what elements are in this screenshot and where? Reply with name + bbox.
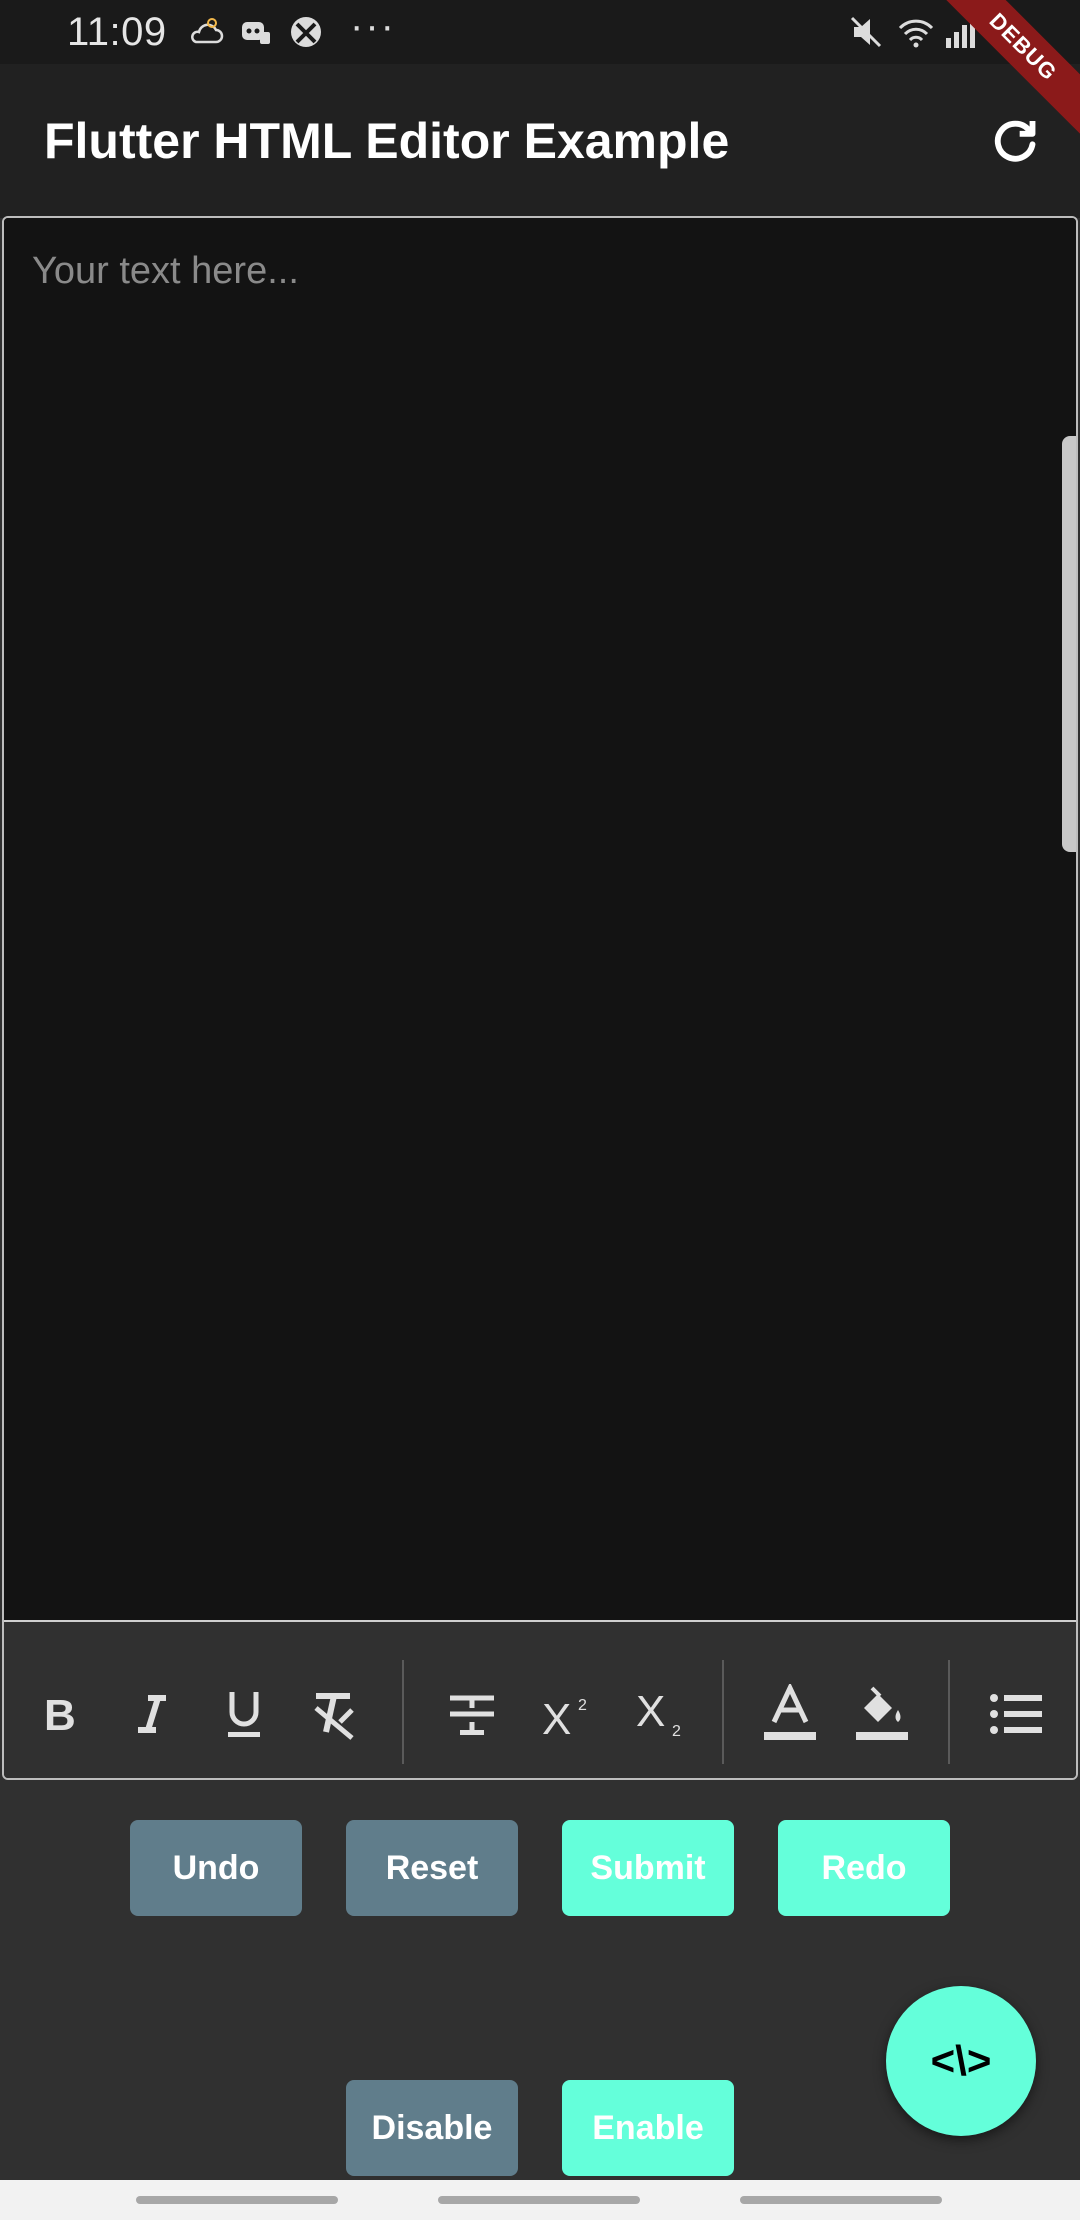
editor-placeholder: Your text here... <box>32 250 299 292</box>
clear-format-icon[interactable] <box>300 1680 368 1748</box>
svg-text:2: 2 <box>578 1697 587 1714</box>
editor-scrollbar[interactable] <box>1062 436 1076 852</box>
system-nav-bar <box>0 2180 1080 2220</box>
refresh-icon[interactable] <box>987 114 1043 170</box>
app-bar: Flutter HTML Editor Example <box>0 64 1080 218</box>
svg-text:X: X <box>636 1688 665 1736</box>
nav-home-button[interactable] <box>438 2196 640 2204</box>
status-bar: 11:09 ··· <box>0 0 1080 64</box>
text-color-icon[interactable] <box>756 1680 824 1748</box>
nav-recents-button[interactable] <box>136 2196 338 2204</box>
svg-text:B: B <box>44 1691 76 1738</box>
reset-button[interactable]: Reset <box>346 1820 518 1916</box>
toolbar-divider <box>402 1660 404 1764</box>
wifi-icon <box>898 19 934 48</box>
disable-button[interactable]: Disable <box>346 2080 518 2176</box>
more-dots-icon: ··· <box>350 4 396 48</box>
nav-back-button[interactable] <box>740 2196 942 2204</box>
redo-button[interactable]: Redo <box>778 1820 950 1916</box>
editor-toolbar: B X2 X2 <box>4 1622 1076 1778</box>
weather-cloud-sun-icon <box>191 18 224 44</box>
mute-icon <box>850 16 882 48</box>
toggle-code-view-button[interactable]: <\> <box>886 1986 1036 2136</box>
page-title: Flutter HTML Editor Example <box>44 113 730 169</box>
html-editor: Your text here... B X2 X2 <box>2 216 1078 1780</box>
undo-button[interactable]: Undo <box>130 1820 302 1916</box>
svg-text:2: 2 <box>672 1723 681 1740</box>
underline-icon[interactable] <box>210 1680 278 1748</box>
code-view-icon: <\> <box>930 2037 992 2084</box>
strikethrough-icon[interactable] <box>438 1680 506 1748</box>
bulleted-list-icon[interactable] <box>982 1680 1050 1748</box>
toolbar-divider <box>722 1660 724 1764</box>
submit-button[interactable]: Submit <box>562 1820 734 1916</box>
superscript-icon[interactable]: X2 <box>534 1680 602 1748</box>
toolbar-divider <box>948 1660 950 1764</box>
status-time: 11:09 <box>67 10 167 54</box>
svg-text:X: X <box>542 1695 571 1740</box>
bold-icon[interactable]: B <box>26 1680 94 1748</box>
highlight-color-icon[interactable] <box>848 1680 916 1748</box>
subscript-icon[interactable]: X2 <box>628 1680 696 1748</box>
italic-icon[interactable] <box>118 1680 186 1748</box>
xbox-icon <box>291 17 321 47</box>
enable-button[interactable]: Enable <box>562 2080 734 2176</box>
discord-icon <box>242 22 270 44</box>
editor-text-area[interactable]: Your text here... <box>4 218 1076 1620</box>
